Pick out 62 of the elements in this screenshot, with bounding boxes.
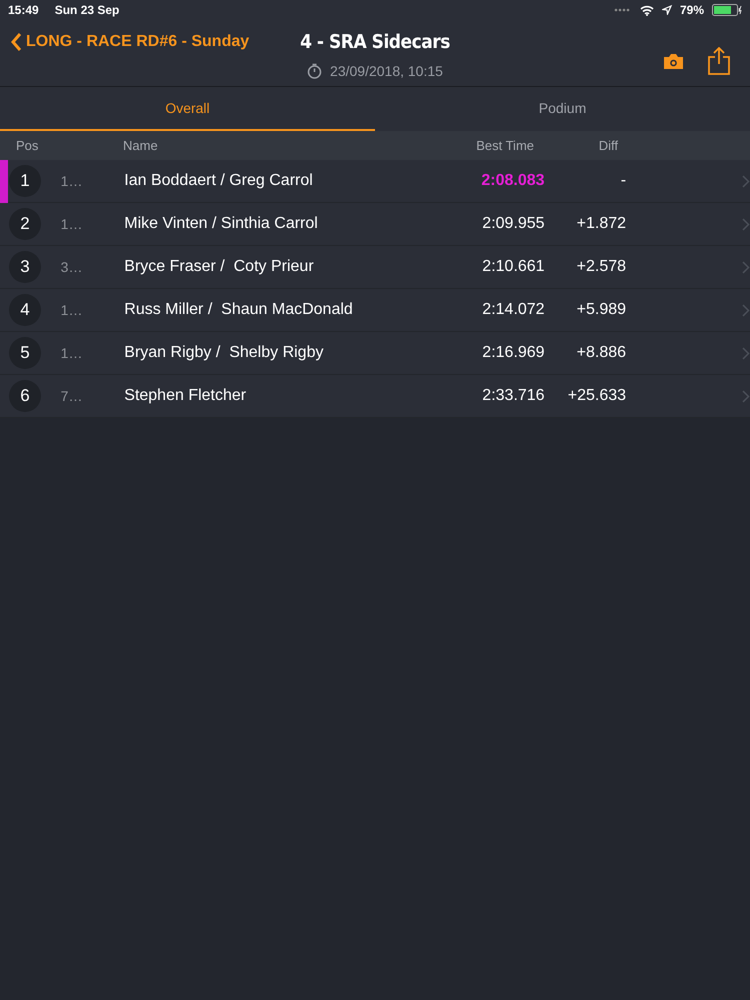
- stopwatch-icon: [307, 63, 322, 79]
- position-badge: 5: [9, 337, 41, 369]
- tab[interactable]: Podium: [375, 87, 750, 131]
- column-header: Pos: [16, 138, 38, 153]
- back-chevron-icon: [10, 32, 22, 52]
- chevron-icon: [742, 304, 750, 316]
- share-icon[interactable]: [708, 47, 730, 75]
- result-row[interactable]: 4 1… Russ Miller / Shaun MacDonald 2:14.072 +5.989: [0, 289, 750, 332]
- result-row[interactable]: 1 1… Ian Boddaert / Greg Carrol 2:08.083 -: [0, 160, 750, 203]
- time-diff: +2.578: [576, 257, 626, 277]
- position-badge: 3: [9, 251, 41, 283]
- location-icon: [662, 5, 672, 15]
- battery-icon: [712, 4, 742, 16]
- position-badge: 2: [9, 208, 41, 240]
- chevron-icon: [742, 260, 750, 274]
- chevron-icon: [742, 390, 750, 402]
- signal-icon: [614, 8, 632, 12]
- time-diff: +1.872: [576, 214, 626, 234]
- result-row[interactable]: 2 1… Mike Vinten / Sinthia Carrol 2:09.955 +1.872: [0, 203, 750, 246]
- rider-name: Russ Miller / Shaun MacDonald: [124, 300, 354, 320]
- best-time: 2:33.716: [481, 386, 545, 406]
- camera-icon[interactable]: [663, 53, 684, 70]
- battery-percent: 79%: [680, 2, 704, 19]
- time-diff: -: [620, 171, 626, 191]
- time-diff: +8.886: [576, 343, 626, 363]
- rider-name: Bryce Fraser / Coty Prieur: [124, 257, 315, 277]
- rider-name: Mike Vinten / Sinthia Carrol: [124, 214, 319, 234]
- back-button[interactable]: LONG - RACE RD#6 - Sunday: [0, 20, 250, 54]
- position-badge: 6: [9, 380, 41, 412]
- time-diff: +5.989: [576, 300, 626, 320]
- column-header: Best Time: [476, 138, 534, 153]
- result-row[interactable]: 6 7… Stephen Fletcher 2:33.716 +25.633: [0, 375, 750, 418]
- chevron-icon: [742, 218, 750, 230]
- rider-number: 1…: [60, 216, 82, 232]
- position-badge: 4: [9, 294, 41, 326]
- rider-number: 1…: [60, 344, 82, 360]
- rider-name: Stephen Fletcher: [124, 386, 248, 406]
- best-time: 2:14.072: [481, 300, 545, 320]
- best-time: 2:08.083: [480, 171, 545, 191]
- rider-number: 3…: [60, 258, 82, 274]
- rider-name: Bryan Rigby / Shelby Rigby: [124, 343, 324, 363]
- best-time: 2:16.969: [481, 343, 545, 363]
- status-time: 15:49: [8, 2, 39, 19]
- column-header: Name: [123, 138, 158, 153]
- rider-name: Ian Boddaert / Greg Carrol: [124, 171, 314, 191]
- column-header: Diff: [598, 138, 618, 153]
- position-badge: 1: [9, 165, 41, 197]
- rider-number: 1…: [60, 302, 82, 318]
- best-time: 2:09.955: [481, 214, 545, 234]
- best-time: 2:10.661: [481, 257, 545, 277]
- chevron-icon: [742, 346, 750, 360]
- race-datetime: 23/09/2018, 10:15: [330, 62, 443, 80]
- wifi-icon: [640, 4, 654, 16]
- tab[interactable]: Overall: [0, 87, 375, 131]
- chevron-icon: [742, 174, 750, 188]
- status-date: Sun 23 Sep: [54, 2, 120, 19]
- rider-number: 7…: [60, 388, 82, 404]
- result-row[interactable]: 3 3… Bryce Fraser / Coty Prieur 2:10.661 +2.578: [0, 246, 750, 289]
- result-row[interactable]: 5 1… Bryan Rigby / Shelby Rigby 2:16.969 +8.886: [0, 332, 750, 375]
- rider-number: 1…: [60, 172, 82, 188]
- time-diff: +25.633: [566, 386, 626, 406]
- page-title: 4 - SRA Sidecars: [300, 30, 450, 55]
